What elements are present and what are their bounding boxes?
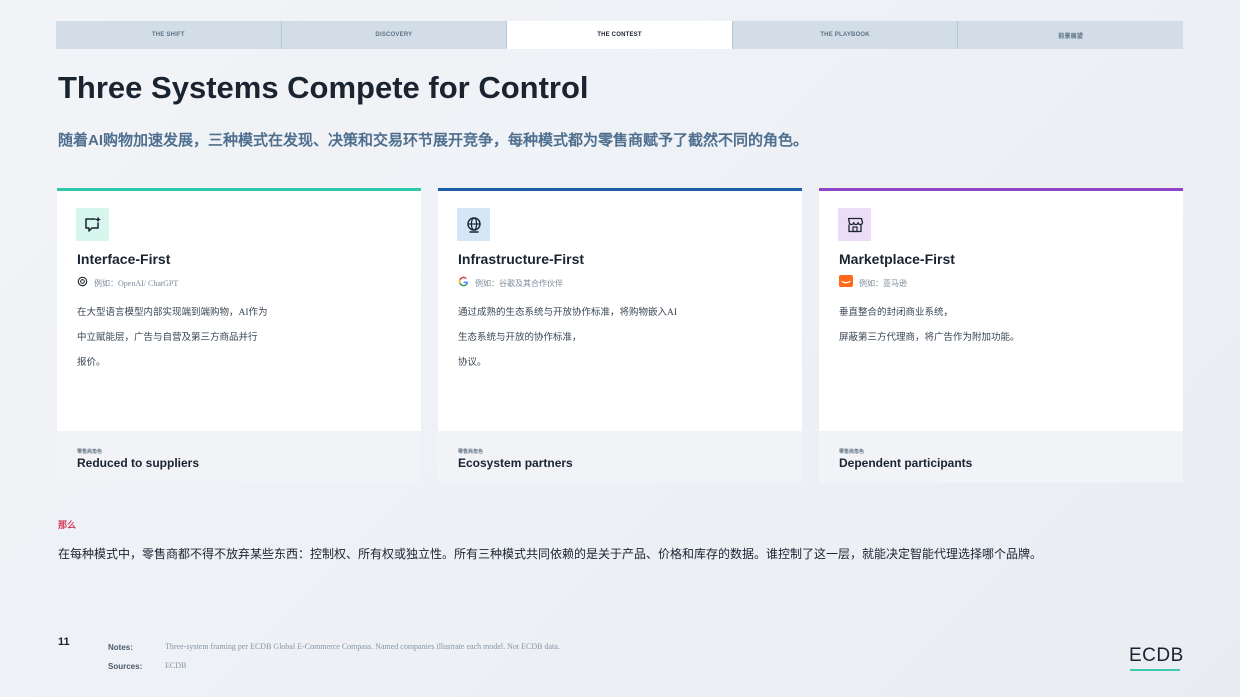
google-logo-icon bbox=[458, 274, 469, 292]
page-number: 11 bbox=[58, 636, 70, 648]
retailer-role-label: 零售商角色 bbox=[458, 449, 484, 455]
tab-outlook[interactable]: 前景展望 bbox=[958, 21, 1183, 49]
card-example-text: 例如：谷歌及其合作伙伴 bbox=[475, 278, 563, 288]
card-example-text: 例如：亚马逊 bbox=[859, 278, 907, 288]
card-description: 垂直整合的封闭商业系统， 屏蔽第三方代理商，将广告作为附加功能。 bbox=[839, 306, 1159, 356]
card-title: Infrastructure-First bbox=[458, 251, 585, 267]
card-description-line: 通过成熟的生态系统与开放协作标准，将购物嵌入AI bbox=[458, 308, 678, 318]
chat-sparkle-icon bbox=[76, 208, 109, 241]
notes-text: Three-system framing per ECDB Global E-C… bbox=[165, 642, 560, 651]
sources-label: Sources: bbox=[108, 662, 143, 671]
card-infrastructure-first: Infrastructure-First 例如：谷歌及其合作伙伴 通过成熟的生态… bbox=[438, 188, 802, 483]
logo-text: ECDB bbox=[1129, 645, 1184, 666]
sources-text: ECDB bbox=[165, 661, 187, 670]
globe-icon bbox=[457, 208, 490, 241]
card-description: 通过成熟的生态系统与开放协作标准，将购物嵌入AI 生态系统与开放的协作标准， 协… bbox=[458, 306, 778, 381]
card-accent-line bbox=[819, 188, 1183, 191]
card-description-line: 协议。 bbox=[458, 358, 487, 368]
card-footer: 零售商角色 Ecosystem partners bbox=[438, 431, 802, 483]
so-what-text: 在每种模式中，零售商都不得不放弃某些东西：控制权、所有权或独立性。所有三种模式共… bbox=[58, 547, 1043, 561]
so-what-label: 那么 bbox=[58, 520, 77, 530]
tab-the-playbook[interactable]: THE PLAYBOOK bbox=[733, 21, 959, 49]
retailer-role-value: Reduced to suppliers bbox=[77, 456, 200, 470]
retailer-role-label: 零售商角色 bbox=[839, 449, 865, 455]
retailer-role-value: Dependent participants bbox=[839, 456, 973, 470]
card-description-line: 报价。 bbox=[77, 358, 106, 368]
card-title: Marketplace-First bbox=[839, 251, 955, 267]
card-interface-first: Interface-First 例如：OpenAI/ ChatGPT 在大型语言… bbox=[57, 188, 421, 483]
retailer-role-value: Ecosystem partners bbox=[458, 456, 573, 470]
storefront-icon bbox=[838, 208, 871, 241]
card-footer: 零售商角色 Reduced to suppliers bbox=[57, 431, 421, 483]
card-description-line: 生态系统与开放的协作标准， bbox=[458, 333, 582, 343]
amazon-logo-icon bbox=[839, 274, 853, 292]
tab-the-shift[interactable]: THE SHIFT bbox=[56, 21, 282, 49]
page-subtitle: 随着AI购物加速发展，三种模式在发现、决策和交易环节展开竞争，每种模式都为零售商… bbox=[58, 132, 809, 149]
card-accent-line bbox=[57, 188, 421, 191]
card-title: Interface-First bbox=[77, 251, 171, 267]
tab-the-contest[interactable]: THE CONTEST bbox=[507, 21, 733, 49]
retailer-role-label: 零售商角色 bbox=[77, 449, 103, 455]
card-description-line: 屏蔽第三方代理商，将广告作为附加功能。 bbox=[839, 333, 1020, 343]
card-marketplace-first: Marketplace-First 例如：亚马逊 垂直整合的封闭商业系统， 屏蔽… bbox=[819, 188, 1183, 483]
openai-logo-icon bbox=[77, 274, 88, 292]
card-example: 例如：OpenAI/ ChatGPT bbox=[77, 274, 178, 292]
logo-underline bbox=[1130, 669, 1180, 671]
card-description-line: 垂直整合的封闭商业系统， bbox=[839, 308, 954, 318]
card-example: 例如：谷歌及其合作伙伴 bbox=[458, 274, 563, 292]
notes-label: Notes: bbox=[108, 643, 133, 652]
ecdb-logo: ECDB bbox=[1129, 645, 1184, 671]
page-title: Three Systems Compete for Control bbox=[58, 70, 589, 105]
card-description-line: 在大型语言模型内部实现端到端购物，AI作为 bbox=[77, 308, 268, 318]
card-description: 在大型语言模型内部实现端到端购物，AI作为 中立赋能层，广告与自营及第三方商品并… bbox=[77, 306, 397, 381]
card-footer: 零售商角色 Dependent participants bbox=[819, 431, 1183, 483]
tab-discovery[interactable]: DISCOVERY bbox=[282, 21, 508, 49]
card-description-line: 中立赋能层，广告与自营及第三方商品并行 bbox=[77, 333, 258, 343]
card-example-text: 例如：OpenAI/ ChatGPT bbox=[94, 278, 179, 288]
card-example: 例如：亚马逊 bbox=[839, 274, 907, 292]
card-accent-line bbox=[438, 188, 802, 191]
section-tabs: THE SHIFT DISCOVERY THE CONTEST THE PLAY… bbox=[56, 21, 1183, 49]
